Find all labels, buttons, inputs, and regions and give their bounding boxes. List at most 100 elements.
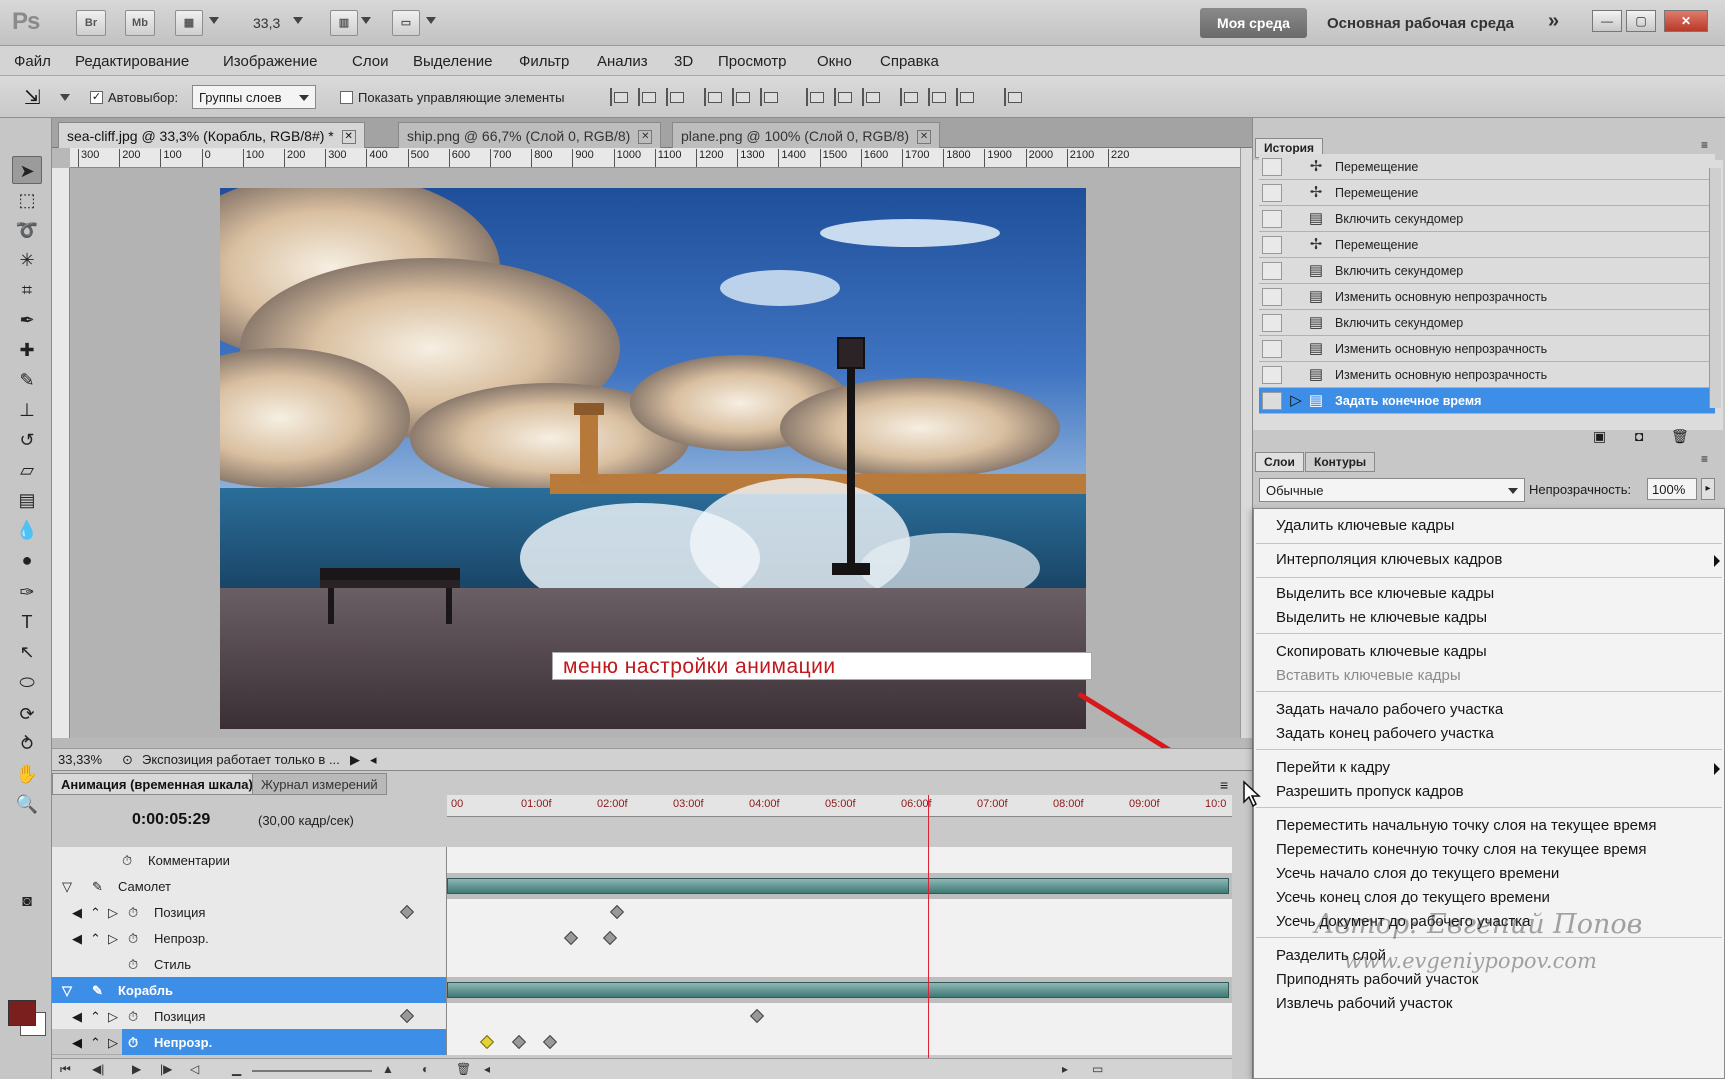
timeline-row-property[interactable]: ◀ ⌃ ▷ ⏱ Позиция (52, 1003, 1232, 1029)
menu-item-go-to-frame[interactable]: Перейти к кадру (1276, 759, 1390, 776)
zoom-level[interactable]: 33,3 (253, 15, 280, 31)
menu-file[interactable]: Файл (14, 53, 51, 70)
close-icon[interactable]: ✕ (638, 130, 653, 145)
align-right-icon[interactable] (760, 88, 778, 106)
delete-icon[interactable]: 🗑 (456, 1062, 471, 1076)
type-tool-icon[interactable]: T (12, 608, 42, 636)
prev-keyframe-icon[interactable]: ◀ (72, 1035, 82, 1051)
pen-tool-icon[interactable]: ✑ (12, 578, 42, 606)
menu-item-lift-work-area[interactable]: Приподнять рабочий участок (1276, 971, 1478, 988)
menu-item-copy-keyframes[interactable]: Скопировать ключевые кадры (1276, 643, 1487, 660)
blend-mode-dropdown[interactable]: Обычные (1259, 478, 1525, 502)
menu-view[interactable]: Просмотр (718, 53, 787, 70)
prev-frame-icon[interactable]: ◀| (92, 1062, 104, 1076)
add-keyframe-icon[interactable]: ⌃ (90, 931, 101, 947)
blur-tool-icon[interactable]: 💧 (12, 516, 42, 544)
history-item[interactable]: ▤ Включить секундомер (1259, 310, 1715, 336)
zoom-out-icon[interactable]: ▁ (232, 1062, 241, 1076)
auto-align-icon[interactable] (1004, 88, 1022, 106)
current-time[interactable]: 0:00:05:29 (132, 811, 210, 829)
prev-keyframe-icon[interactable]: ◀ (72, 1009, 82, 1025)
history-item[interactable]: ✢ Перемещение (1259, 232, 1715, 258)
menu-item-deselect-keyframes[interactable]: Выделить не ключевые кадры (1276, 609, 1487, 626)
stopwatch-icon[interactable]: ⏱ (128, 1035, 138, 1051)
menu-item-set-work-area-end[interactable]: Задать конец рабочего участка (1276, 725, 1494, 742)
workspace-essentials-button[interactable]: Основная рабочая среда (1327, 15, 1514, 32)
close-icon[interactable]: ✕ (917, 130, 932, 145)
menu-filter[interactable]: Фильтр (519, 53, 569, 70)
history-item[interactable]: ✢ Перемещение (1259, 180, 1715, 206)
history-scrollbar[interactable] (1709, 168, 1721, 408)
zoom-in-icon[interactable]: ▲ (382, 1062, 394, 1076)
tab-animation-timeline[interactable]: Анимация (временная шкала) (52, 773, 262, 795)
marquee-tool-icon[interactable]: ⬚ (12, 186, 42, 214)
tab-measurement-log[interactable]: Журнал измерений (252, 773, 387, 795)
scroll-left-icon[interactable]: ◂ (484, 1062, 490, 1076)
align-bottom-icon[interactable] (666, 88, 684, 106)
history-item[interactable]: ▷ ▤ Задать конечное время (1259, 388, 1715, 414)
history-item[interactable]: ▤ Изменить основную непрозрачность (1259, 284, 1715, 310)
hand-tool-icon[interactable]: ✋ (12, 760, 42, 788)
menu-layer[interactable]: Слои (352, 53, 388, 70)
align-vcenter-icon[interactable] (638, 88, 656, 106)
timeline-row-layer[interactable]: ▽ ✎ Корабль (52, 977, 1232, 1003)
next-keyframe-icon[interactable]: ▷ (108, 905, 118, 921)
panel-menu-icon[interactable]: ≡ (1701, 138, 1708, 152)
close-button[interactable]: ✕ (1664, 10, 1708, 32)
add-keyframe-icon[interactable]: ⌃ (90, 905, 101, 921)
menu-item-interpolation[interactable]: Интерполяция ключевых кадров (1276, 551, 1502, 568)
3d-rotate-tool-icon[interactable]: ⟳ (12, 700, 42, 728)
menu-item-move-layer-end-point[interactable]: Переместить конечную точку слоя на текущ… (1276, 841, 1646, 858)
distribute-vcenter-icon[interactable] (834, 88, 852, 106)
distribute-right-icon[interactable] (956, 88, 974, 106)
document-tab[interactable]: sea-cliff.jpg @ 33,3% (Корабль, RGB/8#) … (58, 122, 365, 148)
autoselect-checkbox[interactable]: ✓ (90, 91, 103, 104)
menu-select[interactable]: Выделение (413, 53, 492, 70)
path-selection-tool-icon[interactable]: ↖ (12, 638, 42, 666)
opacity-slider-arrow-icon[interactable]: ▸ (1701, 478, 1715, 500)
menu-item-extract-work-area[interactable]: Извлечь рабочий участок (1276, 995, 1452, 1012)
view-extras-button[interactable]: ▦ (175, 10, 203, 36)
timeline-track[interactable] (447, 951, 1232, 977)
screen-mode-button[interactable]: ▭ (392, 10, 420, 36)
next-keyframe-icon[interactable]: ▷ (108, 1009, 118, 1025)
new-document-from-state-icon[interactable]: ▣ (1593, 428, 1606, 445)
timeline-track[interactable] (447, 1003, 1232, 1029)
autoselect-dropdown[interactable]: Группы слоев (192, 85, 316, 109)
dodge-tool-icon[interactable]: ● (12, 546, 42, 574)
stopwatch-icon[interactable]: ⏱ (128, 957, 138, 973)
timeline-row-property[interactable]: ◀ ⌃ ▷ ⏱ Позиция (52, 899, 1232, 925)
expand-triangle-icon[interactable]: ▽ (62, 879, 72, 895)
workspace-more-icon[interactable]: » (1548, 10, 1559, 33)
align-top-icon[interactable] (610, 88, 628, 106)
workspace-my-button[interactable]: Моя среда (1200, 8, 1307, 38)
menu-item-trim-layer-start[interactable]: Усечь начало слоя до текущего времени (1276, 865, 1559, 882)
show-controls-checkbox[interactable] (340, 91, 353, 104)
layer-duration-bar[interactable] (447, 982, 1229, 998)
distribute-top-icon[interactable] (806, 88, 824, 106)
timeline-track[interactable] (447, 899, 1232, 925)
history-item[interactable]: ✢ Перемещение (1259, 154, 1715, 180)
timeline-row-layer[interactable]: ▽ ✎ Самолет (52, 873, 1232, 899)
prev-keyframe-icon[interactable]: ◀ (72, 905, 82, 921)
chevron-down-icon[interactable] (293, 17, 303, 24)
stopwatch-icon[interactable]: ⏱ (122, 853, 132, 869)
add-keyframe-icon[interactable]: ⌃ (90, 1035, 101, 1051)
bridge-button[interactable]: Br (76, 10, 106, 36)
current-time-indicator[interactable] (928, 795, 929, 1079)
timeline-zoom-slider[interactable] (252, 1062, 372, 1072)
history-item[interactable]: ▤ Включить секундомер (1259, 206, 1715, 232)
menu-item-select-all-keyframes[interactable]: Выделить все ключевые кадры (1276, 585, 1494, 602)
move-tool-icon[interactable]: ➤ (12, 156, 42, 184)
canvas-scrollbar[interactable] (1240, 148, 1252, 738)
magic-wand-tool-icon[interactable]: ✳ (12, 246, 42, 274)
timeline-track[interactable] (447, 1029, 1232, 1055)
document-tab[interactable]: plane.png @ 100% (Слой 0, RGB/8) ✕ (672, 122, 941, 148)
eyedropper-tool-icon[interactable]: ✒ (12, 306, 42, 334)
stopwatch-icon[interactable]: ⏱ (128, 931, 138, 947)
chevron-down-icon[interactable] (426, 17, 436, 24)
opacity-input[interactable]: 100% (1647, 478, 1697, 500)
menu-image[interactable]: Изображение (223, 53, 318, 70)
timeline-row-property[interactable]: ◀ ⌃ ▷ ⏱ Непрозр. (52, 1029, 1232, 1055)
close-icon[interactable]: ✕ (341, 130, 356, 145)
